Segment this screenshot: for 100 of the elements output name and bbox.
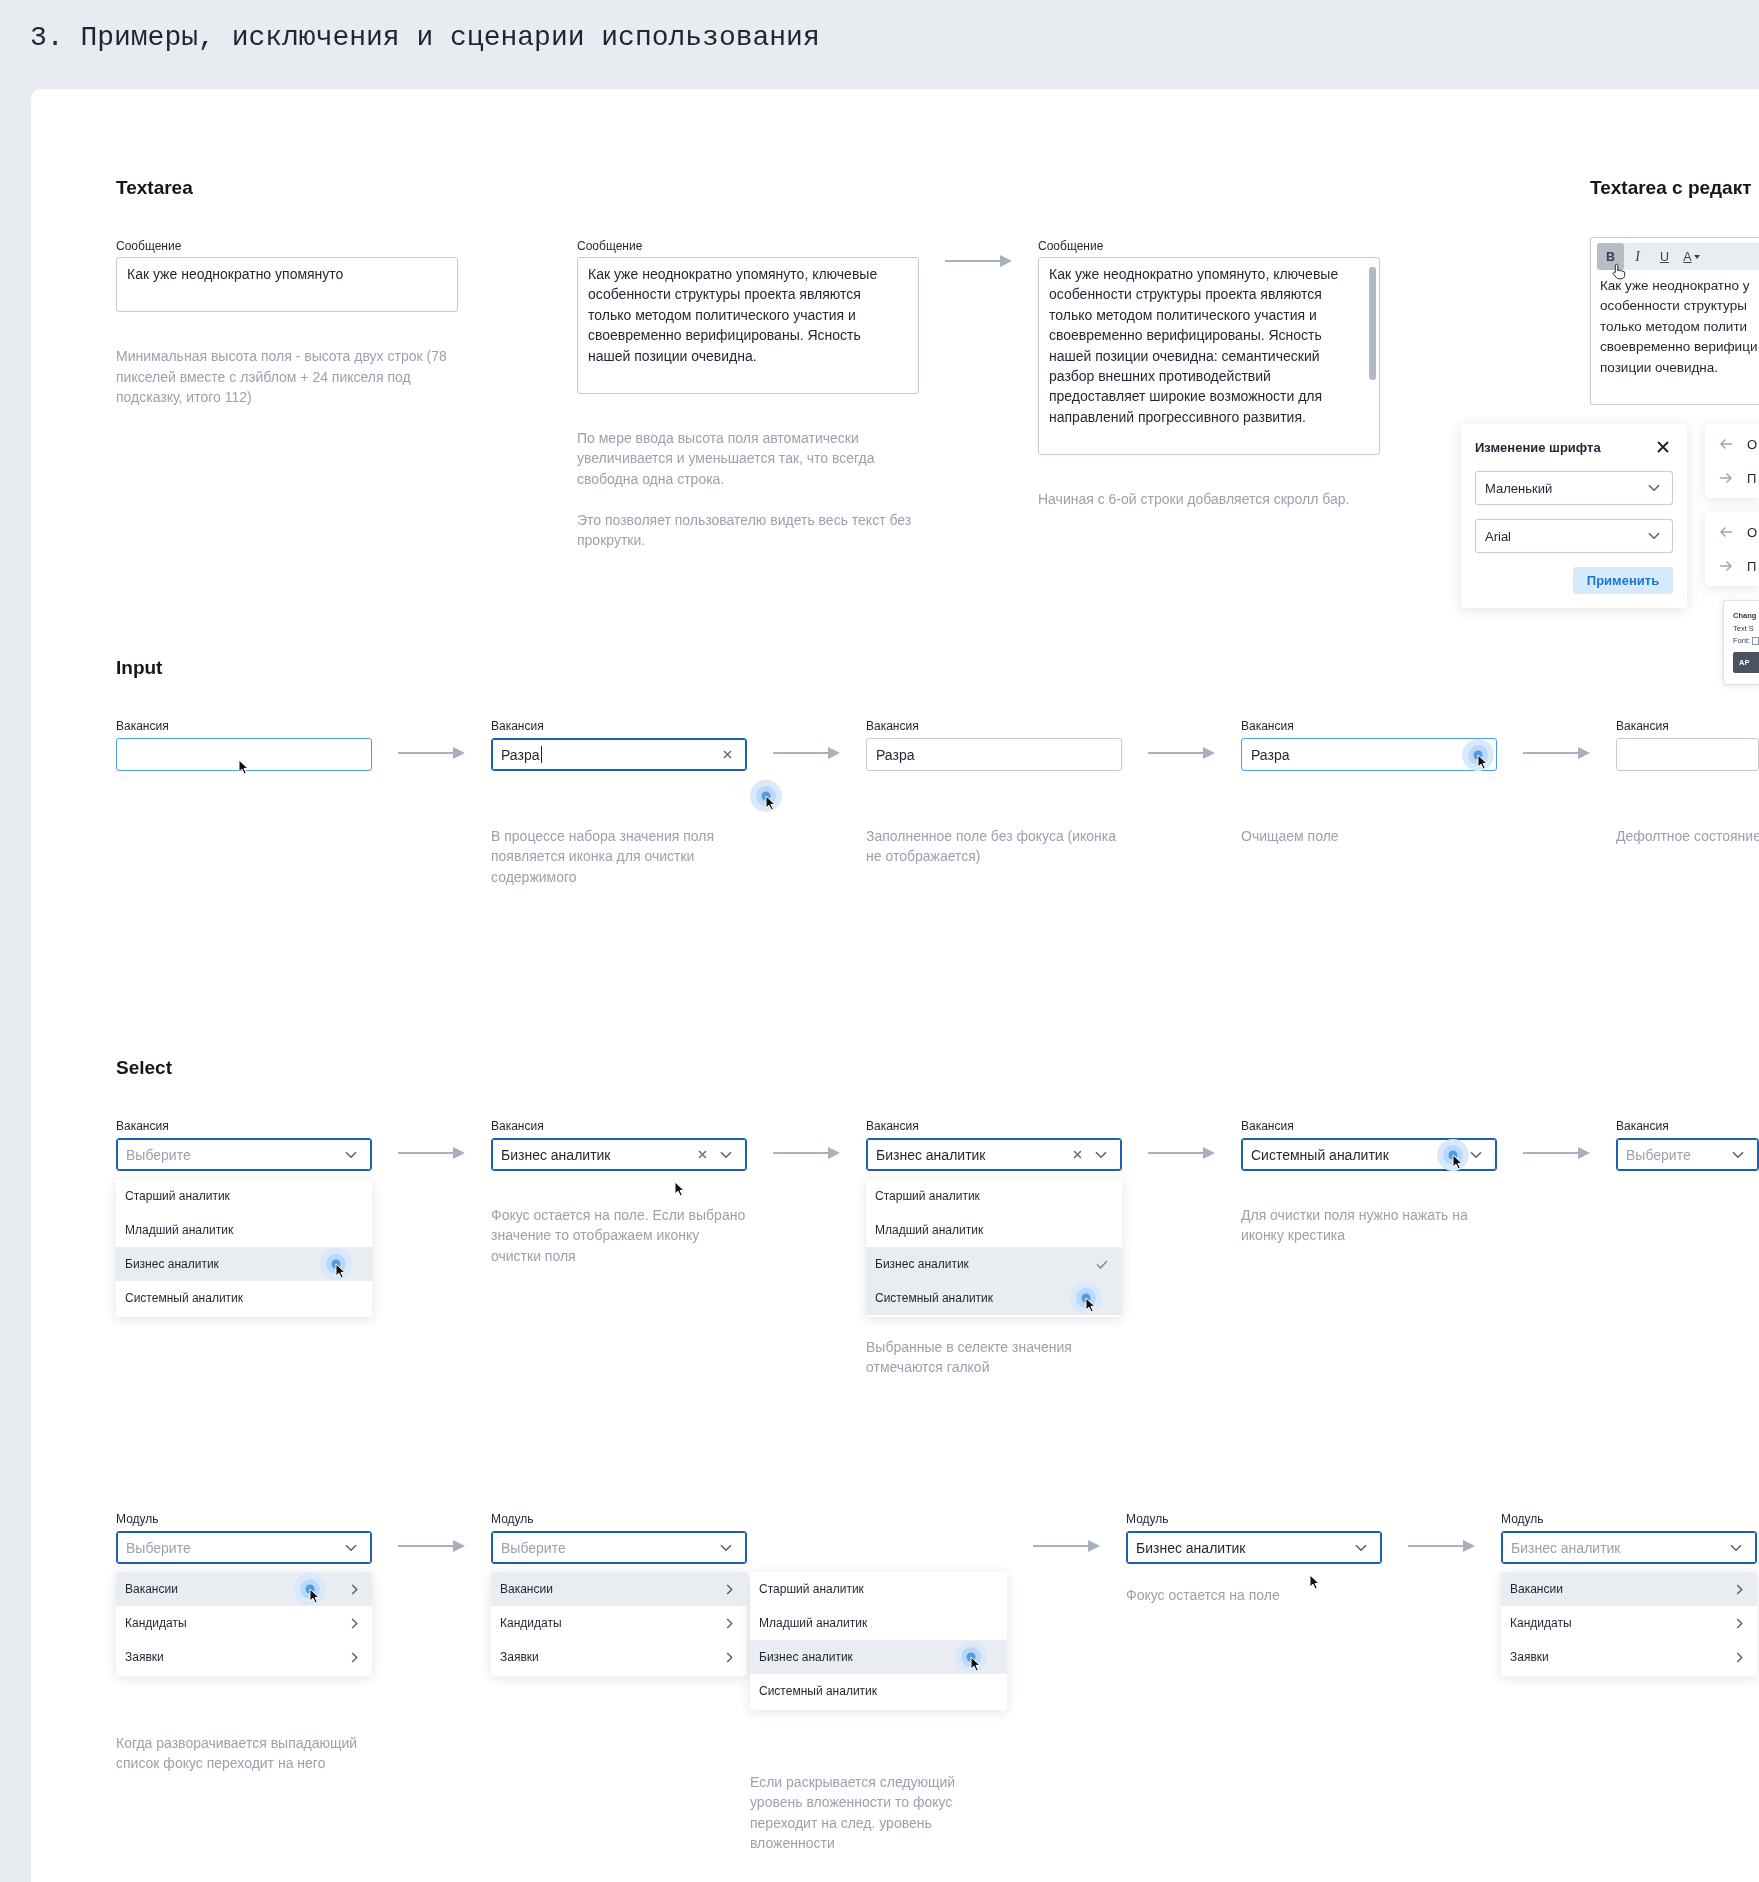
section-heading: Textarea с редакт <box>1590 176 1752 200</box>
field-label: Вакансия <box>866 719 920 733</box>
chevron-down-icon[interactable] <box>1648 484 1660 492</box>
menu-option[interactable]: Системный аналитик <box>750 1674 1007 1708</box>
hint-text: Это позволяет пользователю видеть весь текст без прокрутки. <box>577 510 913 551</box>
input-field[interactable] <box>1752 637 1759 646</box>
hint-text: Для очистки поля нужно нажать на иконку крестика <box>1241 1206 1469 1246</box>
select-field[interactable]: Маленький <box>1475 471 1673 505</box>
chevron-down-icon[interactable] <box>1730 1543 1742 1552</box>
chevron-down-icon[interactable] <box>1648 532 1660 540</box>
pointer-cursor-icon <box>1476 753 1488 770</box>
menu-option[interactable]: Заявки <box>116 1640 372 1674</box>
menu-option[interactable]: Кандидаты <box>491 1606 747 1640</box>
menu-option[interactable]: Вакансии <box>1501 1572 1757 1606</box>
italic-button[interactable]: I <box>1624 243 1651 270</box>
pointer-cursor-icon <box>673 1181 685 1197</box>
hint-text: Когда разворачивается выпадающий список фокус переходит на него <box>116 1734 359 1774</box>
textarea-field[interactable]: Как уже неоднократно упомянуто <box>116 257 458 313</box>
text-color-button[interactable]: A <box>1678 243 1705 270</box>
apply-button[interactable]: Применить <box>1573 567 1673 594</box>
underline-button[interactable]: U <box>1651 243 1678 270</box>
hand-cursor-icon <box>1612 263 1626 280</box>
clear-icon[interactable] <box>723 750 732 759</box>
hint-text: Фокус остается на поле <box>1126 1586 1280 1605</box>
menu-option[interactable]: Системный аналитик <box>116 1281 372 1315</box>
field-label: Вакансия <box>116 1119 170 1133</box>
scrollbar-thumb[interactable] <box>1369 267 1376 380</box>
pointer-cursor-icon <box>237 759 249 775</box>
right-arrow-icon <box>1719 560 1733 572</box>
hint-text: Минимальная высота поля - высота двух строк (78 пикселей вместе с лэйблом + 24 пикселя под подсказку, итого 112) <box>116 347 448 408</box>
textarea-field[interactable]: Как уже неоднократно упомянуто, ключевые особенности структуры проекта являются только методом политического участия и своевременно верифицированы. Ясность нашей позиции очевидна: семантический разбор внешних противодействий предоставляет широкие возможности для направлений прогрессивного развития. <box>1038 257 1380 456</box>
textarea-field[interactable]: Как уже неоднократно упомянуто, ключевые особенности структуры проекта являются только методом политического участия и своевременно верифицированы. Ясность нашей позиции очевидна. <box>577 257 919 395</box>
hint-text: По мере ввода высота поля автоматически увеличивается и уменьшается так, что всегда свободна одна строка. <box>577 429 876 489</box>
chevron-down-icon[interactable] <box>1732 1150 1744 1159</box>
menu-item[interactable]: О <box>1719 427 1759 461</box>
menu-option[interactable]: Системный аналитик <box>866 1281 1122 1315</box>
pointer-cursor-icon <box>1308 1574 1320 1590</box>
close-icon[interactable] <box>1657 441 1669 453</box>
menu-option[interactable]: Вакансии <box>116 1572 372 1606</box>
chevron-down-icon[interactable] <box>345 1150 357 1159</box>
menu-option[interactable]: Кандидаты <box>1501 1606 1757 1640</box>
menu-option[interactable]: Заявки <box>1501 1640 1757 1674</box>
select-field[interactable]: Arial <box>1475 519 1673 553</box>
menu-option[interactable]: Старший аналитик <box>116 1179 372 1213</box>
caret-icon <box>1693 254 1700 259</box>
chevron-down-icon[interactable] <box>720 1150 732 1159</box>
menu-item[interactable]: П <box>1719 549 1759 583</box>
hint-text: В процессе набора значения поля появляется иконка для очистки содержимого <box>491 827 716 887</box>
chevron-down-icon[interactable] <box>720 1543 732 1552</box>
field-label: Вакансия <box>491 719 545 733</box>
left-arrow-icon <box>1719 526 1733 538</box>
menu-option[interactable]: Вакансии <box>491 1572 747 1606</box>
menu-option[interactable]: Бизнес аналитик <box>750 1640 1007 1674</box>
field-label: Вакансия <box>1616 719 1670 733</box>
menu-option[interactable]: Заявки <box>491 1640 747 1674</box>
hint-text: Очищаем поле <box>1241 827 1339 846</box>
field-label: Сообщение <box>116 239 183 253</box>
pointer-cursor-icon <box>765 795 776 811</box>
field-label: Сообщение <box>1038 239 1105 253</box>
menu-item[interactable]: П <box>1719 461 1759 495</box>
menu-option[interactable]: Младший аналитик <box>116 1213 372 1247</box>
pointer-cursor-icon <box>1085 1297 1096 1313</box>
pointer-cursor-icon <box>335 1263 346 1279</box>
menu-option[interactable]: Кандидаты <box>116 1606 372 1640</box>
field-label: Модуль <box>1126 1512 1170 1526</box>
text-input[interactable] <box>1616 738 1759 771</box>
field-label: Сообщение <box>577 239 644 253</box>
menu-option[interactable]: Бизнес аналитик <box>116 1247 372 1281</box>
section-heading: Textarea <box>116 176 193 200</box>
field-label: Вакансия <box>866 1119 920 1133</box>
pointer-cursor-icon <box>309 1588 320 1604</box>
menu-option[interactable]: Старший аналитик <box>866 1179 1122 1213</box>
field-label: Модуль <box>1501 1512 1545 1526</box>
pointer-cursor-icon <box>970 1656 981 1672</box>
menu-option[interactable]: Бизнес аналитик <box>866 1247 1122 1281</box>
dialog-title: Изменение шрифта <box>1475 439 1601 455</box>
menu-option[interactable]: Старший аналитик <box>750 1572 1007 1606</box>
hint-text: Фокус остается на поле. Если выбрано значение то отображаем иконку очистки поля <box>491 1206 747 1266</box>
text-input[interactable]: Разра <box>866 738 1122 771</box>
menu-option[interactable]: Младший аналитик <box>750 1606 1007 1640</box>
section-heading: Select <box>116 1056 172 1080</box>
section-heading: Input <box>116 656 163 680</box>
pointer-cursor-icon <box>1451 1153 1463 1170</box>
field-label: Вакансия <box>1241 719 1295 733</box>
menu-item[interactable]: О <box>1719 515 1759 549</box>
chevron-down-icon[interactable] <box>1470 1150 1482 1159</box>
chevron-down-icon[interactable] <box>1095 1150 1107 1159</box>
field-label: Модуль <box>491 1512 535 1526</box>
field-label: Модуль <box>116 1512 160 1526</box>
chevron-down-icon[interactable] <box>345 1543 357 1552</box>
clear-icon[interactable] <box>698 1150 707 1159</box>
left-arrow-icon <box>1719 438 1733 450</box>
select-field[interactable]: Бизнес аналитик <box>866 1138 1122 1171</box>
chevron-down-icon[interactable] <box>1355 1543 1367 1552</box>
clear-icon[interactable] <box>1073 1150 1082 1159</box>
field-label: Вакансия <box>116 719 170 733</box>
editor-text: Как уже неоднократно у особенности структуры только методом полити своевременно верифици позиции очевидна. <box>1600 277 1758 377</box>
rich-text-field[interactable]: B I U A Как уже неоднократно у особенности структуры только методом полити своевременно верифици позиции очевидна. <box>1590 237 1759 405</box>
menu-option[interactable]: Младший аналитик <box>866 1213 1122 1247</box>
hint-text: Выбранные в селекте значения отмечаются галкой <box>866 1338 1073 1378</box>
